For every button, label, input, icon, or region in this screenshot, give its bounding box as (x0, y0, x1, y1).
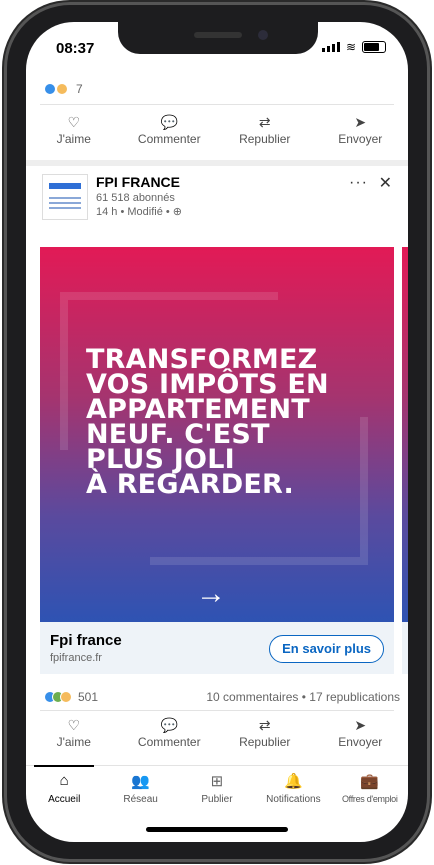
repost-icon: ⇄ (258, 114, 271, 130)
comments-reposts-summary[interactable]: 10 commentaires • 17 republications (206, 690, 400, 704)
signal-icon (321, 42, 340, 52)
like-label: J'aime (56, 132, 91, 146)
post-stats: 501 10 commentaires • 17 republications (44, 690, 400, 704)
nav-home[interactable]: ⌂ Accueil (26, 766, 102, 818)
send-button[interactable]: ➤ Envoyer (315, 717, 405, 749)
repost-button[interactable]: ⇄ Republier (220, 717, 310, 749)
comment-button[interactable]: 💬 Commenter (124, 717, 214, 749)
headline-line: À REGARDER. (86, 469, 294, 500)
network-icon: 👥 (131, 773, 150, 790)
company-logo[interactable] (42, 174, 88, 220)
divider (40, 104, 394, 105)
like-reaction-icon (44, 83, 56, 95)
status-time: 08:37 (56, 40, 95, 57)
action-bar-bottom: ♡ J'aime 💬 Commenter ⇄ Republier ➤ Envoy… (26, 717, 408, 749)
post-header: FPI FRANCE 61 518 abonnés 14 h • Modifié… (42, 174, 392, 230)
post-meta: 14 h • Modifié • ⊕ (96, 206, 183, 218)
divider (40, 710, 394, 711)
more-options-icon[interactable]: ··· (349, 174, 368, 192)
screen: 08:37 ≋ 7 ♡ J'aime 💬 Commenter ⇄ Republi… (26, 22, 408, 842)
nav-network-label: Réseau (123, 794, 158, 805)
top-reactions-count: 7 (76, 82, 83, 96)
nav-home-label: Accueil (48, 794, 81, 805)
like-button[interactable]: ♡ J'aime (29, 717, 119, 749)
bell-icon: 🔔 (284, 773, 303, 790)
nav-network[interactable]: 👥 Réseau (103, 766, 179, 818)
learn-more-button[interactable]: En savoir plus (269, 635, 384, 663)
repost-label: Republier (239, 132, 291, 146)
phone-frame: 08:37 ≋ 7 ♡ J'aime 💬 Commenter ⇄ Republi… (4, 2, 430, 862)
send-button[interactable]: ➤ Envoyer (315, 114, 405, 146)
top-reactions[interactable]: 7 (44, 82, 83, 96)
logo-band (49, 183, 81, 189)
action-bar-top: ♡ J'aime 💬 Commenter ⇄ Republier ➤ Envoy… (26, 114, 408, 146)
status-icons: ≋ (321, 40, 386, 54)
repost-icon: ⇄ (258, 717, 271, 733)
comment-button[interactable]: 💬 Commenter (124, 114, 214, 146)
reactions-count[interactable]: 501 (78, 690, 98, 704)
like-icon: ♡ (67, 717, 81, 733)
like-button[interactable]: ♡ J'aime (29, 114, 119, 146)
speaker (194, 32, 242, 38)
battery-icon (362, 41, 386, 53)
like-icon: ♡ (67, 114, 81, 130)
send-label: Envoyer (338, 735, 383, 749)
post-separator (26, 160, 408, 166)
comment-icon: 💬 (160, 114, 178, 130)
wifi-icon: ≋ (345, 40, 356, 54)
support-reaction-icon (60, 691, 72, 703)
home-indicator[interactable] (146, 827, 288, 832)
send-icon: ➤ (354, 717, 367, 733)
send-label: Envoyer (338, 132, 383, 146)
nav-jobs-label: Offres d'emploi (341, 794, 398, 804)
ad-headline: TRANSFORMEZ VOS IMPÔTS EN APPARTEMENT NE… (86, 346, 366, 500)
comment-label: Commenter (137, 132, 201, 146)
camera (258, 30, 268, 40)
logo-lines (49, 197, 81, 212)
page-name[interactable]: FPI FRANCE (96, 174, 180, 190)
cta-title: Fpi france (50, 632, 122, 649)
comment-icon: 💬 (160, 717, 178, 733)
nav-notifications[interactable]: 🔔 Notifications (255, 766, 331, 818)
like-label: J'aime (56, 735, 91, 749)
nav-publish-label: Publier (201, 794, 233, 805)
arrow-right-icon: → (196, 577, 226, 610)
nav-jobs[interactable]: 💼 Offres d'emploi (332, 766, 408, 818)
cta-url: fpifrance.fr (50, 652, 102, 664)
home-icon: ⌂ (59, 772, 69, 789)
nav-publish[interactable]: ⊞ Publier (179, 766, 255, 818)
repost-label: Republier (239, 735, 291, 749)
ad-carousel-card-next[interactable] (402, 247, 408, 622)
close-icon[interactable]: ✕ (379, 173, 392, 193)
nav-notifications-label: Notifications (266, 794, 321, 805)
briefcase-icon: 💼 (360, 773, 380, 790)
repost-button[interactable]: ⇄ Republier (220, 114, 310, 146)
ad-cta-bar-next[interactable]: De fpifr (402, 622, 408, 674)
publish-icon: ⊞ (210, 773, 224, 790)
comment-label: Commenter (137, 735, 201, 749)
celebrate-reaction-icon (56, 83, 68, 95)
ad-cta-bar[interactable]: Fpi france fpifrance.fr En savoir plus (40, 622, 394, 674)
ad-carousel-card[interactable]: TRANSFORMEZ VOS IMPÔTS EN APPARTEMENT NE… (40, 247, 394, 622)
active-tab-indicator (34, 765, 94, 767)
send-icon: ➤ (354, 114, 367, 130)
notch (118, 22, 318, 54)
followers-count: 61 518 abonnés (96, 192, 175, 204)
bottom-nav: ⌂ Accueil 👥 Réseau ⊞ Publier 🔔 Notificat… (26, 765, 408, 818)
